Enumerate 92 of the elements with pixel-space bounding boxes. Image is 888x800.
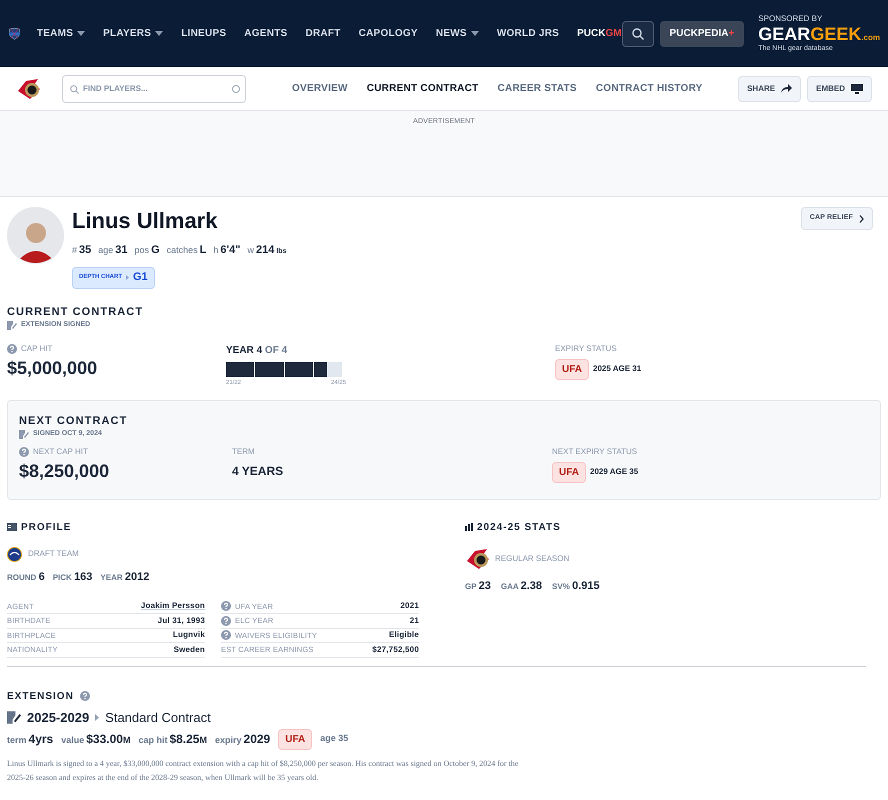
draft-detail: ROUND 6 (7, 570, 45, 584)
section-heading: 2024-25 STATS (477, 520, 561, 534)
ufa-badge: UFA (278, 728, 312, 750)
search-icon (632, 28, 644, 40)
signed-document-icon (7, 710, 21, 724)
draft-detail: YEAR 2012 (100, 570, 150, 584)
help-icon (221, 616, 231, 626)
nav-link[interactable]: DRAFT (305, 26, 341, 41)
season-stat: GAA 2.38 (500, 578, 542, 594)
cap-hit-value: $5,000,000 (7, 356, 98, 380)
ufa-badge: UFA (552, 462, 586, 482)
search-field[interactable]: FIND PLAYERS... (62, 74, 246, 102)
embed-button[interactable]: EMBED (807, 76, 872, 102)
chevron-right-icon (859, 214, 864, 222)
help-icon (80, 691, 90, 701)
agent-link[interactable]: Joakim Persson (140, 600, 205, 612)
section-heading: PROFILE (21, 520, 72, 534)
team-logo-icon (7, 546, 22, 562)
field-label: NEXT EXPIRY STATUS (552, 446, 638, 458)
player-name: Linus Ullmark (72, 207, 218, 234)
extension-term: term 4yrs (7, 731, 54, 748)
field-label: EXPIRY STATUS (555, 342, 618, 354)
extension-summary: Linus Ullmark is signed to a 4 year, $33,000,000 contract extension with a cap hit of $8,250,000 per season. His contract was signed on October 9, 2024 for the 2025-26 season and expires at the end of the 2028-29 season, when Ullmark will be 35 years old. (7, 758, 520, 784)
nav-link[interactable]: CAPOLOGY (358, 26, 418, 41)
nav-link[interactable]: PLAYERS (103, 26, 164, 41)
nav-link[interactable]: TEAMS (36, 26, 86, 41)
section-tab[interactable]: CAREER STATS (498, 81, 577, 96)
profile-value: $27,752,500 (372, 644, 419, 656)
section-heading: EXTENSION (7, 690, 74, 704)
share-button[interactable]: SHARE (738, 76, 802, 102)
share-arrow-icon (781, 84, 792, 93)
help-icon (19, 446, 29, 456)
section-tab[interactable]: OVERVIEW (292, 81, 348, 96)
cap-hit-value: $8,250,000 (19, 460, 110, 482)
extension-term: value $33.00M (61, 731, 130, 748)
nav-link[interactable]: LINEUPS (181, 26, 226, 41)
expiry-detail: 2025 AGE 31 (593, 363, 642, 375)
field-label: TERM (232, 446, 256, 458)
section-tab[interactable]: CURRENT CONTRACT (366, 81, 478, 96)
caret-right-icon (95, 714, 100, 721)
caret-icon (155, 31, 164, 36)
search-icon (70, 84, 79, 94)
extension-years: 2025-2029 (27, 708, 90, 726)
field-label: CAP HIT (21, 342, 52, 354)
bar-chart-icon (465, 523, 473, 531)
subscribe-button[interactable]: PUCKPEDIA+ (660, 20, 744, 46)
term-value: 4 YEARS (232, 462, 284, 480)
nav-link[interactable]: NEWS (436, 26, 479, 41)
signed-document-icon (7, 320, 17, 330)
profile-value: Lugnvik (172, 629, 205, 642)
ufa-badge: UFA (555, 358, 589, 380)
profile-value: 21 (410, 614, 419, 627)
signed-document-icon (19, 430, 29, 439)
profile-value: Sweden (174, 644, 205, 656)
player-fact: # 35 (72, 242, 92, 258)
expiry-detail: 2029 AGE 35 (590, 466, 638, 478)
monitor-icon (851, 84, 863, 94)
extension-term: expiry 2029 (214, 731, 270, 748)
team-logo-icon (465, 546, 491, 570)
section-heading: NEXT CONTRACT (19, 414, 128, 428)
profile-value: 2021 (400, 600, 419, 612)
draft-detail: PICK 163 (52, 570, 92, 584)
caret-icon (77, 31, 86, 36)
section-tab[interactable]: CONTRACT HISTORY (596, 81, 703, 96)
help-icon (221, 601, 231, 612)
contract-year: YEAR 4 OF 4 (226, 344, 288, 358)
help-icon (7, 344, 17, 354)
nav-link[interactable]: AGENTS (244, 26, 288, 41)
player-fact: h 6'4" (213, 242, 240, 258)
player-fact: age 31 (98, 242, 128, 258)
player-fact: pos G (134, 242, 160, 258)
extension-age: age 35 (320, 732, 348, 746)
nav-link[interactable]: WORLD JRS (496, 26, 560, 41)
caret-icon (470, 31, 479, 36)
season-stat: GP 23 (465, 578, 491, 594)
search-button[interactable] (622, 20, 654, 46)
contract-type: Standard Contract (105, 708, 211, 726)
profile-value: Eligible (388, 629, 419, 642)
profile-value: Jul 31, 1993 (158, 614, 205, 627)
id-card-icon (7, 523, 17, 531)
field-label: DRAFT TEAM (28, 548, 79, 560)
field-label: REGULAR SEASON (495, 552, 570, 564)
team-logo-icon (16, 76, 42, 100)
field-label: NEXT CAP HIT (33, 446, 88, 458)
section-heading: CURRENT CONTRACT (7, 304, 144, 320)
nav-link[interactable]: PUCKGM (577, 26, 622, 41)
loading-indicator-icon (232, 84, 240, 92)
caret-right-icon (126, 275, 129, 280)
season-stat: SV% 0.915 (552, 578, 600, 594)
extension-term: cap hit $8.25M (138, 731, 207, 748)
help-icon (221, 630, 231, 640)
player-fact: catches L (166, 242, 206, 258)
